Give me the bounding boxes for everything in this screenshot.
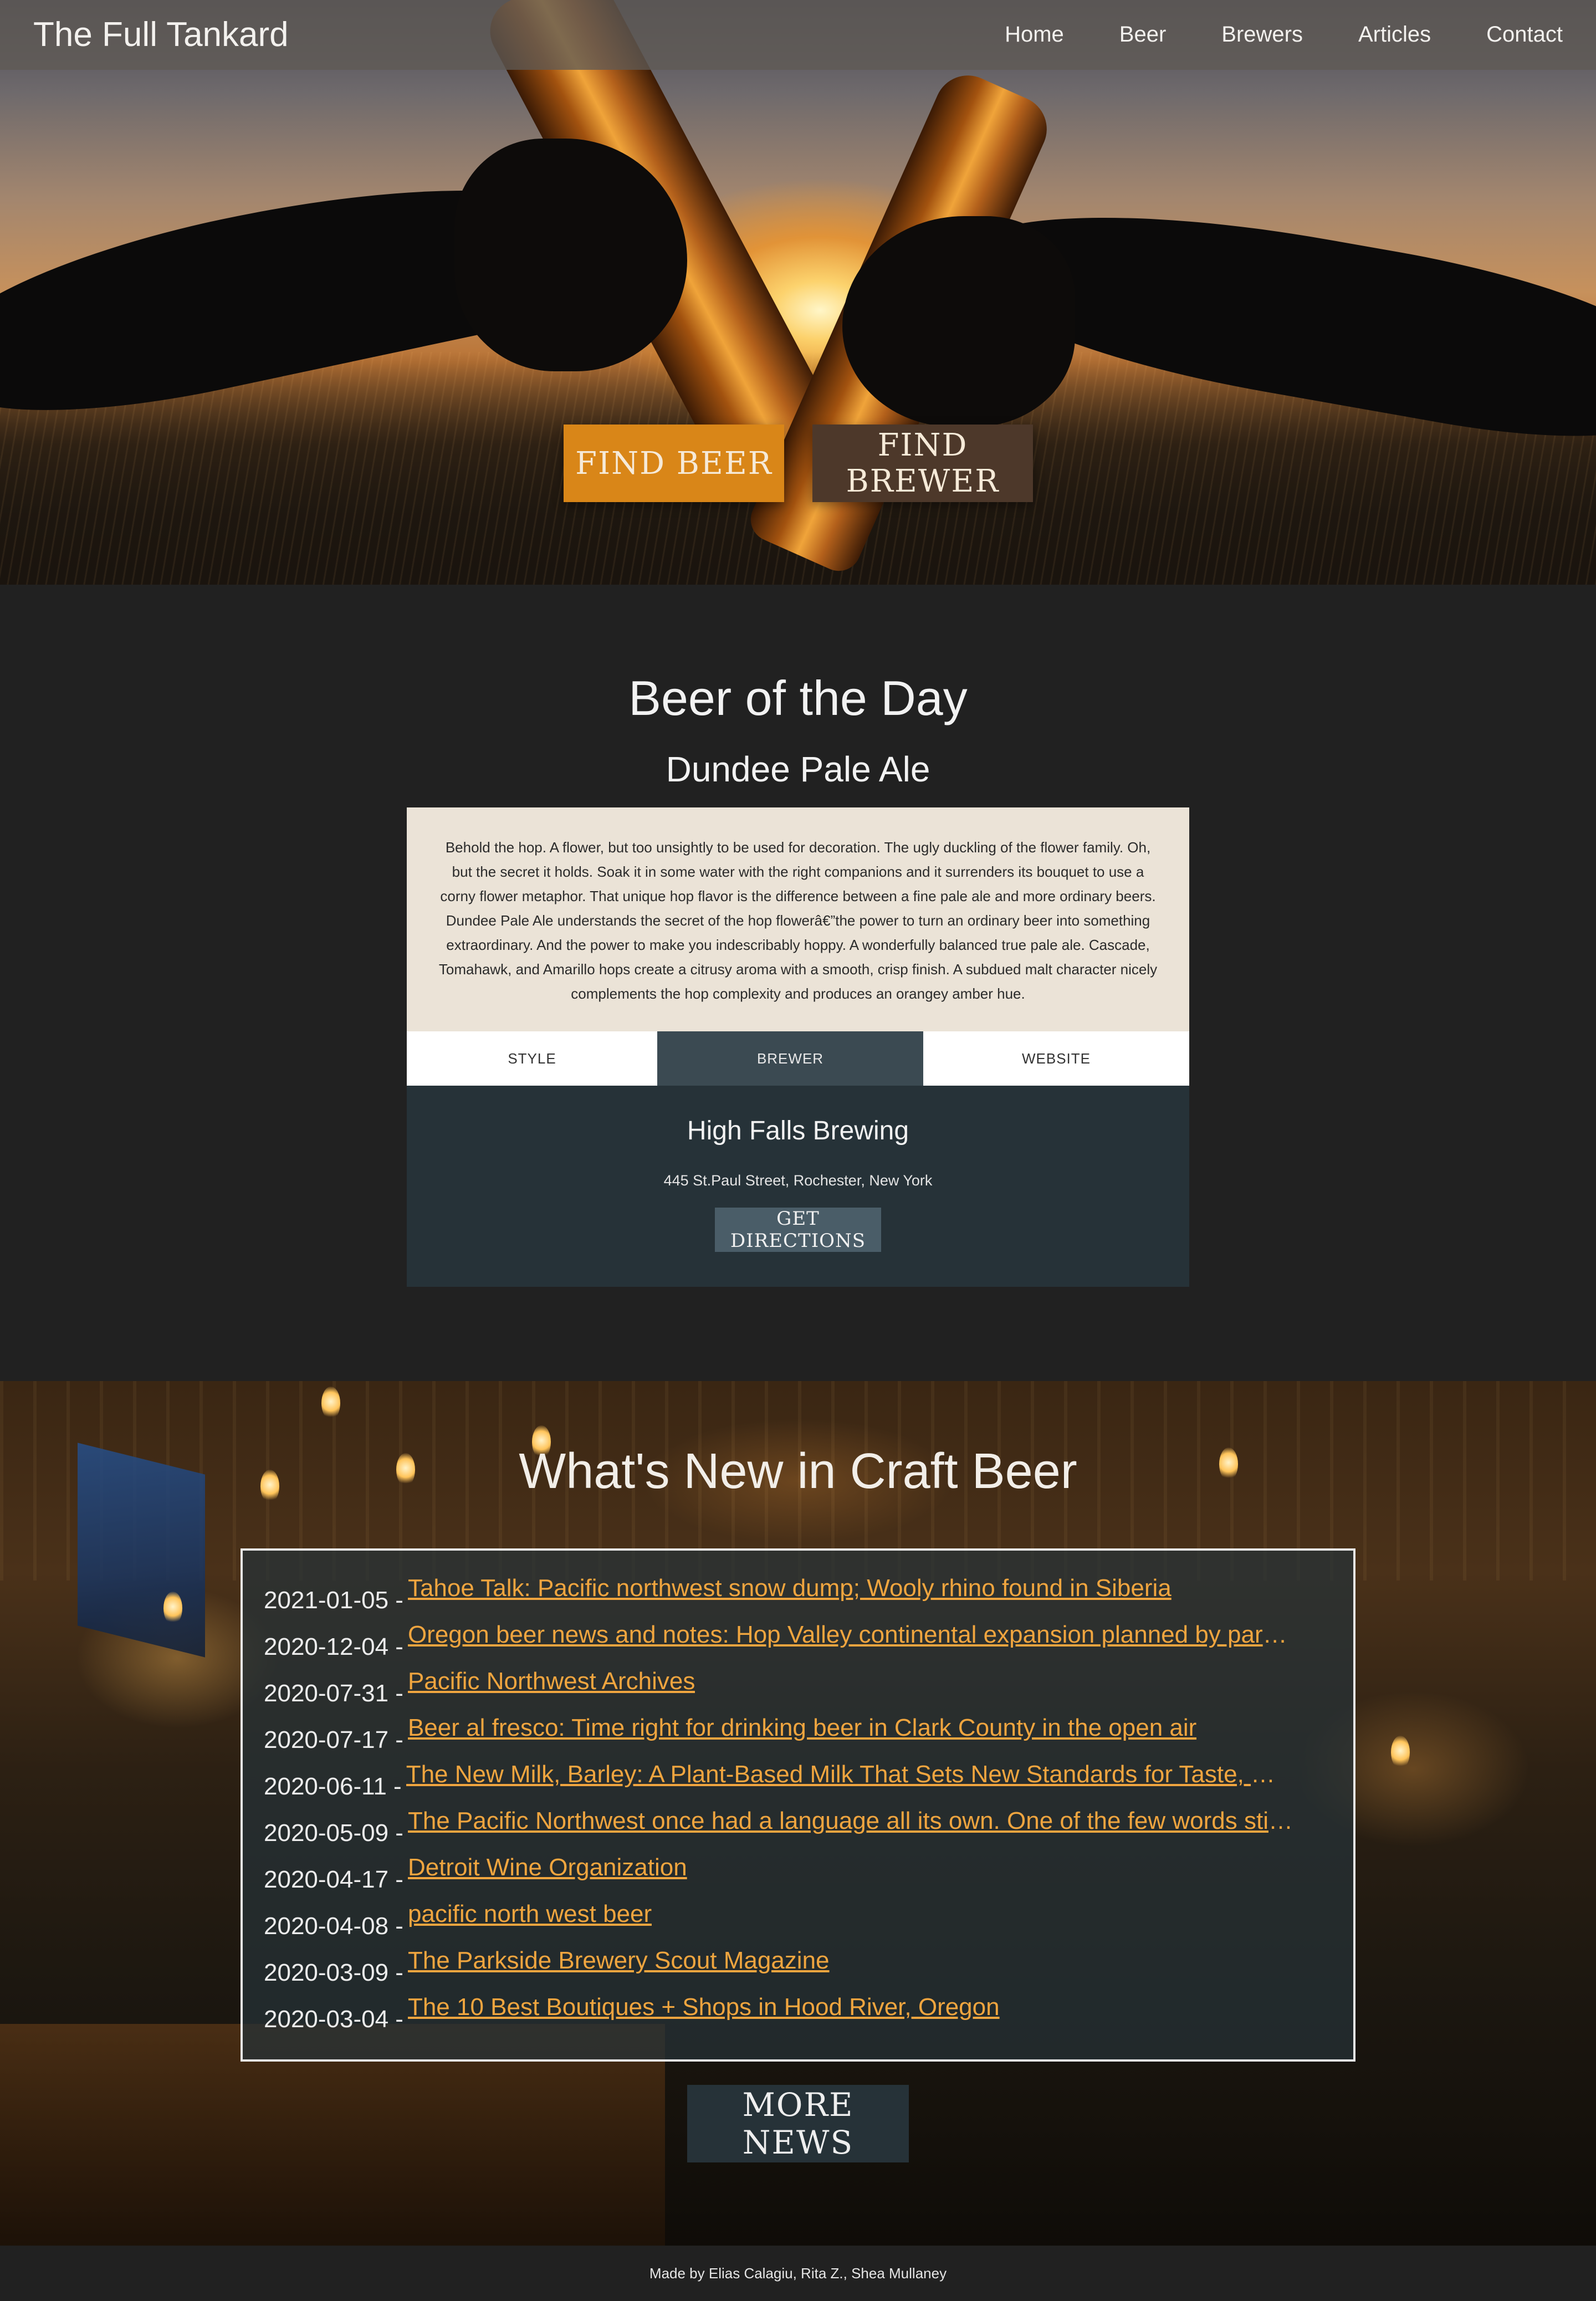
nav-link-articles[interactable]: Articles (1358, 21, 1431, 48)
beer-name: Dundee Pale Ale (666, 749, 930, 789)
footer-credits: Made by Elias Calagiu, Rita Z., Shea Mul… (649, 2264, 947, 2282)
nav-link-brewers[interactable]: Brewers (1221, 21, 1303, 48)
news-link[interactable]: Oregon beer news and notes: Hop Valley c… (408, 1618, 1295, 1651)
bulb-icon (1391, 1736, 1410, 1769)
news-date: 2020-04-08 - (264, 1913, 403, 1940)
news-link[interactable]: pacific north west beer (408, 1898, 652, 1931)
list-item: 2020-04-17 - Detroit Wine Organization (264, 1851, 1339, 1898)
list-item: 2020-04-08 - pacific north west beer (264, 1898, 1339, 1944)
list-item: 2020-12-04 - Oregon beer news and notes:… (264, 1618, 1339, 1665)
news-date: 2020-03-09 - (264, 1959, 403, 1986)
news-link[interactable]: The New Milk, Barley: A Plant-Based Milk… (406, 1758, 1293, 1791)
brewer-panel: High Falls Brewing 445 St.Paul Street, R… (407, 1086, 1189, 1287)
news-list: 2021-01-05 - Tahoe Talk: Pacific northwe… (241, 1548, 1355, 2062)
more-news-button[interactable]: MORE NEWS (687, 2085, 909, 2162)
news-date: 2020-07-17 - (264, 1726, 403, 1753)
news-date: 2020-04-17 - (264, 1866, 403, 1893)
tab-website[interactable]: WEBSITE (923, 1031, 1189, 1086)
get-directions-button[interactable]: GET DIRECTIONS (715, 1208, 881, 1252)
bulb-icon (321, 1387, 340, 1420)
news-link[interactable]: Beer al fresco: Time right for drinking … (408, 1711, 1196, 1745)
news-date: 2020-06-11 - (264, 1773, 402, 1800)
list-item: 2020-05-09 - The Pacific Northwest once … (264, 1804, 1339, 1851)
footer: Made by Elias Calagiu, Rita Z., Shea Mul… (0, 2246, 1596, 2301)
brewery-name: High Falls Brewing (687, 1116, 909, 1146)
list-item: 2020-07-17 - Beer al fresco: Time right … (264, 1711, 1339, 1758)
news-date: 2021-01-05 - (264, 1587, 403, 1614)
news-date: 2020-07-31 - (264, 1680, 403, 1707)
news-heading: What's New in Craft Beer (519, 1444, 1077, 1499)
news-link[interactable]: Tahoe Talk: Pacific northwest snow dump;… (408, 1572, 1172, 1605)
list-item: 2021-01-05 - Tahoe Talk: Pacific northwe… (264, 1572, 1339, 1618)
beer-card: Behold the hop. A flower, but too unsigh… (407, 807, 1189, 1287)
news-date: 2020-05-09 - (264, 1819, 403, 1847)
list-item: 2020-03-04 - The 10 Best Boutiques + Sho… (264, 1991, 1339, 2037)
list-item: 2020-03-09 - The Parkside Brewery Scout … (264, 1944, 1339, 1991)
tab-brewer[interactable]: BREWER (657, 1031, 923, 1086)
beer-of-the-day-heading: Beer of the Day (628, 671, 968, 725)
nav-link-beer[interactable]: Beer (1119, 21, 1167, 48)
brand-logo[interactable]: The Full Tankard (33, 14, 289, 55)
news-link[interactable]: Pacific Northwest Archives (408, 1665, 695, 1698)
list-item: 2020-07-31 - Pacific Northwest Archives (264, 1665, 1339, 1711)
beer-tabs: STYLE BREWER WEBSITE (407, 1031, 1189, 1086)
nav-link-contact[interactable]: Contact (1486, 21, 1563, 48)
news-link[interactable]: The Pacific Northwest once had a languag… (408, 1804, 1295, 1838)
news-date: 2020-03-04 - (264, 2006, 403, 2033)
bulb-icon (163, 1592, 182, 1625)
nav-links: Home Beer Brewers Articles Contact (949, 21, 1563, 48)
find-brewer-button[interactable]: FIND BREWER (812, 425, 1033, 502)
list-item: 2020-06-11 - The New Milk, Barley: A Pla… (264, 1758, 1339, 1804)
news-section: What's New in Craft Beer 2021-01-05 - Ta… (0, 1381, 1596, 2246)
news-link[interactable]: The 10 Best Boutiques + Shops in Hood Ri… (408, 1991, 1000, 2024)
news-link[interactable]: The Parkside Brewery Scout Magazine (408, 1944, 830, 1977)
beer-description: Behold the hop. A flower, but too unsigh… (407, 807, 1189, 1031)
nav-link-home[interactable]: Home (1005, 21, 1064, 48)
hero-banner: FIND BEER FIND BREWER (0, 0, 1596, 585)
navbar: The Full Tankard Home Beer Brewers Artic… (0, 0, 1596, 70)
news-link[interactable]: Detroit Wine Organization (408, 1851, 687, 1884)
news-date: 2020-12-04 - (264, 1633, 403, 1660)
find-beer-button[interactable]: FIND BEER (564, 425, 784, 502)
brewery-address: 445 St.Paul Street, Rochester, New York (663, 1172, 933, 1189)
tab-style[interactable]: STYLE (407, 1031, 657, 1086)
